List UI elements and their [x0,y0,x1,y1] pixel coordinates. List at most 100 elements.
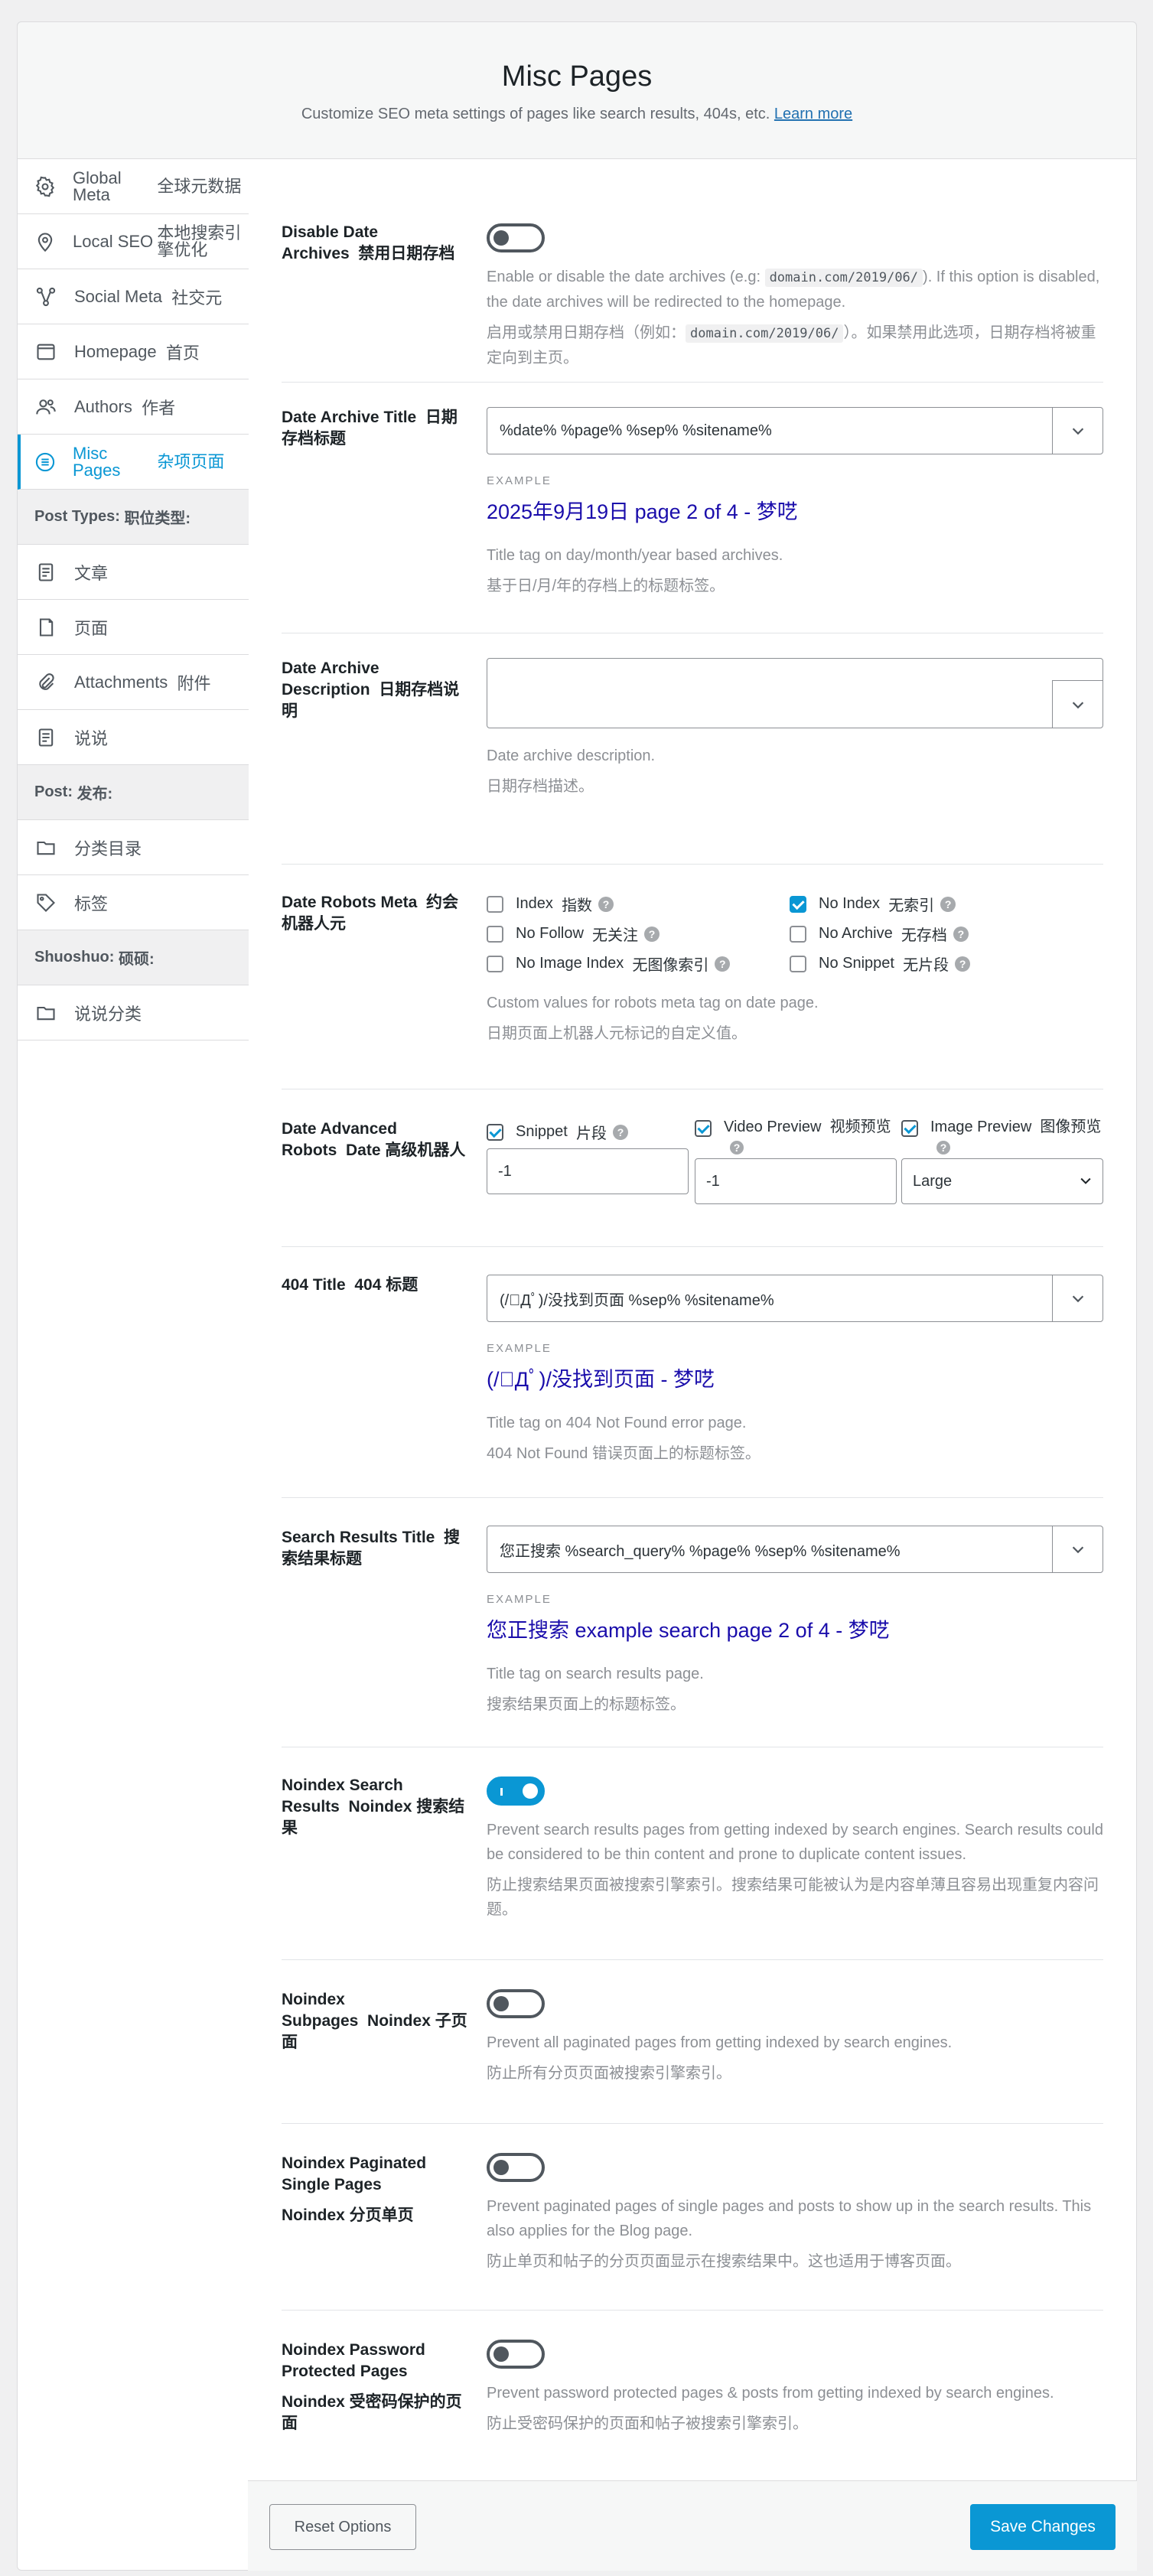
share-nodes-icon [34,285,57,308]
help-icon[interactable]: ? [953,926,969,942]
date-robots-meta-body: Index 指数? No Index 无索引? No Follow 无关注? N… [487,889,1103,1046]
example-tag: EXAMPLE [487,1342,552,1355]
noindex-password-label: Noindex Password Protected Pages Noindex … [282,2341,462,2432]
sidebar-item-pages[interactable]: 页面 [18,600,249,655]
help-icon[interactable]: ? [644,926,660,942]
row-noindex-password: Noindex Password Protected Pages Noindex … [282,2311,1103,2480]
robots-option-noindex[interactable]: No Index 无索引? [790,889,1093,919]
snippet-input[interactable]: -1 [487,1148,689,1194]
checkbox[interactable] [487,895,503,913]
noindex-search-label: Noindex Search Results Noindex 搜索结果 [282,1776,465,1837]
noindex-search-description-zh: 防止搜索结果页面被搜索引擎索引。搜索结果可能被认为是内容单薄且容易出现重复内容问… [487,1877,1099,1918]
noindex-search-toggle[interactable] [487,1776,545,1806]
checkbox-checked[interactable] [901,1120,918,1137]
snippet-option[interactable]: Snippet 片段? [487,1117,689,1147]
help-icon[interactable]: ? [730,1141,744,1154]
robots-option-noimageindex[interactable]: No Image Index 无图像索引? [487,949,790,979]
disable-date-archives-label: Disable Date Archives 禁用日期存档 [282,223,455,262]
page-header: Misc Pages Customize SEO meta settings o… [17,21,1137,159]
sidebar-item-social-meta[interactable]: Social Meta 社交元 [18,269,249,324]
browser-window-icon [34,340,57,363]
noindex-subpages-toggle[interactable] [487,1989,545,2018]
sidebar-item-posts[interactable]: 文章 [18,545,249,600]
video-preview-group: Video Preview 视频预览? -1 [695,1117,897,1204]
sidebar-item-attachments[interactable]: Attachments 附件 [18,655,249,710]
example-preview: (/ﾟДﾟ)/没找到页面 - 梦呓 [487,1368,715,1391]
help-icon[interactable]: ? [715,956,731,972]
date-archive-description-textarea[interactable] [487,658,1103,728]
image-preview-select[interactable]: Large [901,1158,1103,1204]
row-date-advanced-robots: Date Advanced Robots Date 高级机器人 Snippet … [282,1089,1103,1247]
help-icon[interactable]: ? [936,1141,950,1154]
noindex-subpages-body: Prevent all paginated pages from getting… [487,1989,1103,2086]
chevron-down-icon[interactable] [1052,1526,1103,1572]
sidebar: Global Meta 全球元数据 Local SEO 本地搜索引擎优化 Soc… [17,159,249,1040]
gear-icon [34,175,56,198]
chevron-down-icon[interactable] [1052,680,1103,728]
disable-date-archives-description-zh: 启用或禁用日期存档（例如： domain.com/2019/06/）。如果禁用此选… [487,324,1096,366]
noindex-subpages-description: Prevent all paginated pages from getting… [487,2034,953,2051]
row-noindex-paginated: Noindex Paginated Single Pages Noindex 分页… [282,2124,1103,2311]
post-heading: Post: 发布: [18,765,249,820]
checkbox[interactable] [487,925,503,943]
learn-more-link[interactable]: Learn more [774,106,852,122]
help-icon[interactable]: ? [612,1124,628,1140]
image-preview-option[interactable]: Image Preview 图像预览? [901,1117,1103,1157]
chevron-down-icon[interactable] [1052,1275,1103,1321]
save-changes-button[interactable]: Save Changes [970,2504,1116,2550]
sidebar-item-global-meta[interactable]: Global Meta 全球元数据 [18,159,249,214]
noindex-password-description: Prevent password protected pages & posts… [487,2385,1054,2402]
search-results-title-input[interactable]: 您正搜索 %search_query% %page% %sep% %sitena… [487,1526,1103,1573]
robots-option-nosnippet[interactable]: No Snippet 无片段? [790,949,1093,979]
help-icon[interactable]: ? [598,896,614,912]
chevron-down-icon[interactable] [1052,408,1103,454]
video-preview-option[interactable]: Video Preview 视频预览? [695,1117,897,1157]
help-icon[interactable]: ? [955,956,971,972]
sidebar-item-homepage[interactable]: Homepage 首页 [18,324,249,379]
noindex-paginated-body: Prevent paginated pages of single pages … [487,2153,1103,2274]
title-404-input[interactable]: (/ﾟДﾟ)/没找到页面 %sep% %sitename% [487,1275,1103,1322]
search-results-title-description-zh: 搜索结果页面上的标题标签。 [487,1696,686,1713]
video-preview-label: Video Preview 视频预览? [724,1119,891,1154]
date-archive-description-description: Date archive description. [487,747,656,764]
robots-option-nofollow[interactable]: No Follow 无关注? [487,919,790,949]
list-circle-icon [34,451,56,474]
disable-date-archives-toggle[interactable] [487,223,545,252]
checkbox[interactable] [790,925,806,943]
help-icon[interactable]: ? [940,896,956,912]
noindex-password-toggle[interactable] [487,2340,545,2369]
sidebar-item-misc-pages[interactable]: Misc Pages 杂项页面 [18,435,249,490]
reset-options-button[interactable]: Reset Options [269,2504,416,2550]
checkbox-checked[interactable] [487,1123,503,1141]
example-tag: EXAMPLE [487,1593,552,1606]
noindex-subpages-description-zh: 防止所有分页页面被搜索引擎索引。 [487,2065,731,2082]
sidebar-item-categories[interactable]: 分类目录 [18,820,249,875]
noindex-search-body: Prevent search results pages from gettin… [487,1776,1103,1922]
noindex-paginated-toggle[interactable] [487,2153,545,2182]
image-preview-group: Image Preview 图像预览? Large [901,1117,1103,1204]
date-robots-meta-description: Custom values for robots meta tag on dat… [487,995,819,1011]
snippet-group: Snippet 片段? -1 [487,1117,689,1194]
row-date-robots-meta: Date Robots Meta 约会机器人元 Index 指数? No Ind… [282,865,1103,1089]
page-title: Misc Pages [501,60,653,93]
checkbox[interactable] [487,955,503,972]
noindex-paginated-label: Noindex Paginated Single Pages Noindex 分页… [282,2154,427,2224]
video-preview-input[interactable]: -1 [695,1158,897,1204]
noindex-paginated-description: Prevent paginated pages of single pages … [487,2198,1092,2239]
sidebar-item-shuoshuo[interactable]: 说说 [18,710,249,765]
noindex-search-description: Prevent search results pages from gettin… [487,1822,1103,1863]
date-archive-title-input[interactable]: %date% %page% %sep% %sitename% [487,407,1103,454]
checkbox[interactable] [790,955,806,972]
sidebar-item-local-seo[interactable]: Local SEO 本地搜索引擎优化 [18,214,249,269]
sidebar-item-authors[interactable]: Authors 作者 [18,379,249,435]
row-date-archive-title: Date Archive Title 日期存档标题 %date% %page% … [282,383,1103,633]
date-archive-description-description-zh: 日期存档描述。 [487,778,594,795]
checkbox-checked[interactable] [695,1120,712,1137]
document-icon [34,561,57,584]
sidebar-item-tags[interactable]: 标签 [18,875,249,930]
checkbox-checked[interactable] [790,895,806,913]
robots-option-noarchive[interactable]: No Archive 无存档? [790,919,1093,949]
robots-option-index[interactable]: Index 指数? [487,889,790,919]
title-404-description: Title tag on 404 Not Found error page. [487,1415,747,1431]
sidebar-item-shuoshuo-categories[interactable]: 说说分类 [18,985,249,1040]
